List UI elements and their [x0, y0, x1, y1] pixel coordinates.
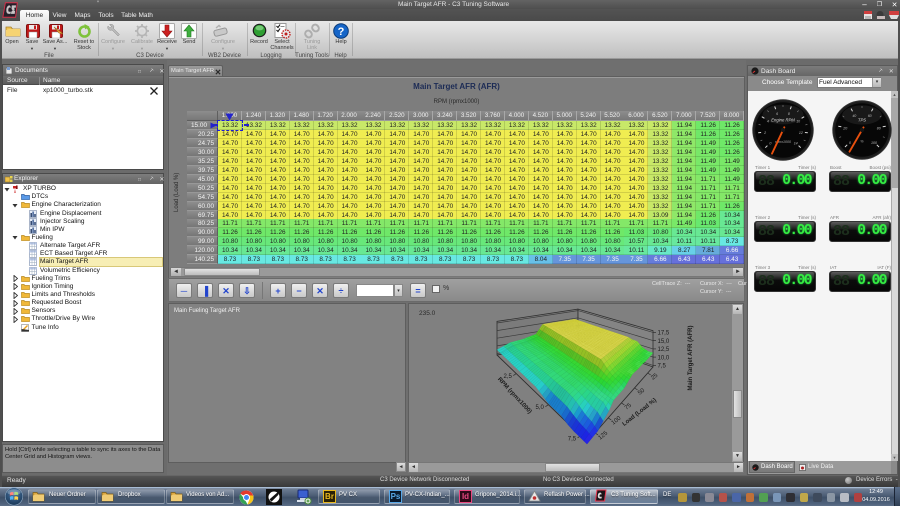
svg-text:TPS: TPS: [858, 118, 866, 123]
svg-text:6: 6: [776, 112, 778, 116]
svg-text:Engine RPM: Engine RPM: [771, 117, 795, 122]
svg-text:25: 25: [650, 372, 659, 381]
svg-text:14: 14: [794, 142, 798, 146]
svg-text:20: 20: [842, 126, 847, 130]
svg-text:Main Target AFR (AFR): Main Target AFR (AFR): [688, 326, 694, 391]
svg-text:0: 0: [849, 141, 851, 145]
svg-text:12: 12: [799, 131, 803, 135]
svg-text:12,5: 12,5: [658, 347, 670, 353]
svg-text:RPM (rpmx1000): RPM (rpmx1000): [496, 377, 532, 415]
svg-text:2,5: 2,5: [503, 374, 512, 380]
svg-text:50: 50: [637, 387, 646, 396]
svg-text:60: 60: [868, 114, 872, 118]
svg-text:75: 75: [624, 402, 633, 411]
svg-text:17,5: 17,5: [658, 331, 670, 337]
svg-text:80: 80: [877, 126, 881, 130]
svg-text:4: 4: [767, 119, 769, 123]
svg-text:10,0: 10,0: [658, 355, 670, 361]
svg-text:7,5: 7,5: [658, 364, 667, 370]
svg-text:10: 10: [796, 119, 800, 123]
svg-text:?: ?: [338, 26, 345, 38]
svg-text:2: 2: [763, 131, 766, 135]
svg-text:100: 100: [611, 415, 623, 426]
svg-text:125: 125: [598, 430, 610, 441]
svg-text:5,0: 5,0: [536, 405, 545, 411]
svg-text:8: 8: [788, 112, 790, 116]
svg-text:100: 100: [871, 141, 877, 145]
svg-text:7,5: 7,5: [568, 436, 577, 442]
svg-text:15,0: 15,0: [658, 339, 670, 345]
svg-text:Load (Load %): Load (Load %): [622, 398, 658, 428]
svg-text:40: 40: [852, 114, 856, 118]
svg-text:0: 0: [769, 142, 771, 146]
